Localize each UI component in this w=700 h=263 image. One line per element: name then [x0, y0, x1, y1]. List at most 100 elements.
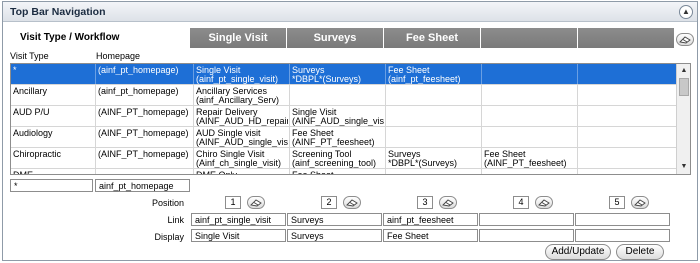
table-row[interactable]: AUD P/U (AINF_PT_homepage) Repair Delivery… [11, 106, 676, 127]
column-headers: Single Visit Surveys Fee Sheet [190, 28, 675, 48]
table-cell: Ancillary Services (ainf_Ancillary_Serv) [196, 87, 280, 105]
visit-type-input[interactable]: * [10, 179, 93, 192]
table-cell: Single Visit (ainf_pt_single_visit) [196, 66, 279, 84]
column-divider [289, 64, 290, 84]
column-divider [193, 64, 194, 84]
clear-slot-button[interactable] [439, 196, 457, 209]
table-cell: Fee Sheet (AINF_PT_feesheet) [292, 129, 375, 147]
display-label: Display [154, 232, 184, 242]
vertical-scrollbar[interactable]: ▲ ▼ [676, 64, 690, 174]
scroll-up-arrow-icon[interactable]: ▲ [678, 65, 690, 77]
column-divider [385, 148, 386, 168]
column-divider [385, 169, 386, 174]
delete-button[interactable]: Delete [616, 244, 664, 260]
clear-slot-button[interactable] [343, 196, 361, 209]
add-update-button[interactable]: Add/Update [545, 244, 611, 260]
column-divider [289, 169, 290, 174]
table-row[interactable]: DME DME Only Fee Sheet [11, 169, 676, 174]
position-box[interactable]: 1 [225, 196, 241, 209]
display-field[interactable]: Single Visit [191, 229, 286, 242]
column-header: Surveys [287, 28, 383, 48]
link-field[interactable]: ainf_pt_feesheet [383, 213, 478, 226]
homepage-input[interactable]: ainf_pt_homepage [95, 179, 190, 192]
column-divider [577, 106, 578, 126]
header-erase-button[interactable] [676, 33, 694, 46]
table-cell: (ainf_pt_homepage) [98, 87, 179, 96]
column-divider [95, 85, 96, 105]
table-cell: Audiology [13, 129, 53, 138]
clear-slot-button[interactable] [631, 196, 649, 209]
table-cell: Ancillary [13, 87, 48, 96]
link-field[interactable]: ainf_pt_single_visit [191, 213, 286, 226]
column-divider [95, 127, 96, 147]
column-divider [577, 64, 578, 84]
column-header: Fee Sheet [384, 28, 480, 48]
column-divider [577, 148, 578, 168]
link-field[interactable] [479, 213, 574, 226]
column-divider [95, 148, 96, 168]
table-cell: Surveys *DBPL*(Surveys) [388, 150, 458, 168]
column-divider [481, 127, 482, 147]
display-field[interactable] [479, 229, 574, 242]
table-row[interactable]: * (ainf_pt_homepage) Single Visit (ainf_pt… [11, 64, 676, 85]
table-cell: Fee Sheet [292, 171, 384, 174]
display-field[interactable]: Fee Sheet [383, 229, 478, 242]
column-divider [289, 106, 290, 126]
link-field[interactable]: Surveys [287, 213, 382, 226]
eraser-icon [346, 198, 358, 206]
table-cell: DME [13, 171, 94, 174]
eraser-icon [442, 198, 454, 206]
column-divider [193, 106, 194, 126]
position-box[interactable]: 4 [513, 196, 529, 209]
table-cell: (AINF_PT_homepage) [98, 150, 189, 159]
visit-type-grid: * (ainf_pt_homepage) Single Visit (ainf_pt… [10, 63, 691, 175]
link-field[interactable] [575, 213, 670, 226]
table-cell: (AINF_PT_homepage) [98, 129, 189, 138]
column-divider [385, 85, 386, 105]
table-cell: Single Visit (AINF_AUD_single_visit) [292, 108, 384, 126]
column-divider [193, 148, 194, 168]
eraser-icon [634, 198, 646, 206]
column-divider [577, 85, 578, 105]
position-label: Position [151, 198, 184, 208]
position-box[interactable]: 5 [609, 196, 625, 209]
panel-title: Top Bar Navigation [10, 6, 106, 18]
table-cell: Screening Tool (ainf_screening_tool) [292, 150, 377, 168]
table-cell: (ainf_pt_homepage) [98, 66, 179, 75]
link-label: Link [167, 215, 184, 225]
table-cell: (AINF_PT_homepage) [98, 108, 189, 117]
eraser-icon [679, 35, 691, 43]
column-divider [95, 106, 96, 126]
section-label: Visit Type / Workflow [20, 32, 120, 43]
chevron-up-icon[interactable]: ▲ [679, 5, 693, 19]
column-divider [289, 148, 290, 168]
column-divider [193, 85, 194, 105]
table-row[interactable]: Chiropractic (AINF_PT_homepage) Chiro Sing… [11, 148, 676, 169]
column-divider [481, 64, 482, 84]
column-header [578, 28, 674, 48]
position-box[interactable]: 2 [321, 196, 337, 209]
clear-slot-button[interactable] [247, 196, 265, 209]
column-divider [481, 169, 482, 174]
column-divider [289, 85, 290, 105]
column-divider [481, 106, 482, 126]
eraser-icon [250, 198, 262, 206]
clear-slot-button[interactable] [535, 196, 553, 209]
scroll-down-arrow-icon[interactable]: ▼ [678, 161, 690, 173]
table-row[interactable]: Ancillary (ainf_pt_homepage) Ancillary Ser… [11, 85, 676, 106]
column-divider [577, 127, 578, 147]
table-row[interactable]: Audiology (AINF_PT_homepage) AUD Single vi… [11, 127, 676, 148]
scrollbar-thumb[interactable] [679, 78, 689, 96]
visit-type-column-label: Visit Type [10, 51, 49, 61]
column-divider [577, 169, 578, 174]
display-field[interactable] [575, 229, 670, 242]
table-cell: Chiropractic [13, 150, 62, 159]
eraser-icon [538, 198, 550, 206]
table-cell: AUD P/U [13, 108, 50, 117]
column-divider [289, 127, 290, 147]
column-divider [193, 169, 194, 174]
table-cell: Repair Delivery (AINF_AUD_HD_repair_d [196, 108, 288, 126]
display-field[interactable]: Surveys [287, 229, 382, 242]
position-box[interactable]: 3 [417, 196, 433, 209]
table-cell: AUD Single visit (AINF_AUD_single_visit) [196, 129, 288, 147]
